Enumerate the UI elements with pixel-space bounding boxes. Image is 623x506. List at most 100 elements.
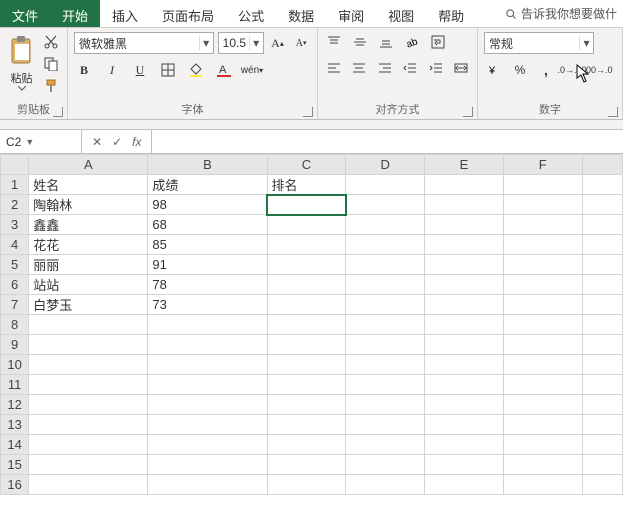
cell[interactable] <box>582 315 622 335</box>
row-header[interactable]: 1 <box>1 175 29 195</box>
cell[interactable] <box>29 455 148 475</box>
comma-button[interactable]: , <box>536 60 556 80</box>
cell[interactable] <box>267 435 346 455</box>
align-left-button[interactable] <box>324 58 344 78</box>
cell[interactable] <box>503 235 582 255</box>
border-button[interactable] <box>158 60 178 80</box>
cell[interactable] <box>29 475 148 495</box>
cell[interactable] <box>267 235 346 255</box>
cell[interactable] <box>148 435 267 455</box>
cell[interactable] <box>267 315 346 335</box>
cell[interactable] <box>503 475 582 495</box>
font-size-combo[interactable]: 10.5 ▾ <box>218 32 264 54</box>
row-header[interactable]: 7 <box>1 295 29 315</box>
row-header[interactable]: 11 <box>1 375 29 395</box>
merge-center-button[interactable] <box>452 58 472 78</box>
cell[interactable] <box>148 355 267 375</box>
cell[interactable] <box>267 395 346 415</box>
bold-button[interactable]: B <box>74 60 94 80</box>
cell[interactable] <box>425 415 504 435</box>
tab-view[interactable]: 视图 <box>376 0 426 27</box>
cell[interactable] <box>503 275 582 295</box>
underline-button[interactable]: U <box>130 60 150 80</box>
col-header-A[interactable]: A <box>29 155 148 175</box>
cell[interactable] <box>582 275 622 295</box>
cell[interactable] <box>425 215 504 235</box>
cell[interactable] <box>29 315 148 335</box>
select-all-corner[interactable] <box>1 155 29 175</box>
fx-button[interactable]: fx <box>132 135 141 149</box>
cell[interactable] <box>148 475 267 495</box>
col-header-G[interactable] <box>582 155 622 175</box>
chevron-down-icon[interactable]: ▾ <box>249 36 263 50</box>
decrease-decimal-button[interactable]: .00→.0 <box>588 60 608 80</box>
cell[interactable] <box>346 275 425 295</box>
cell[interactable] <box>148 335 267 355</box>
cell[interactable] <box>267 355 346 375</box>
align-middle-button[interactable] <box>350 32 370 52</box>
cell[interactable] <box>582 415 622 435</box>
cell[interactable] <box>29 415 148 435</box>
cell[interactable] <box>503 435 582 455</box>
cell[interactable] <box>346 175 425 195</box>
cell[interactable] <box>267 255 346 275</box>
cell[interactable] <box>346 335 425 355</box>
cell[interactable] <box>267 275 346 295</box>
cell[interactable] <box>425 395 504 415</box>
italic-button[interactable]: I <box>102 60 122 80</box>
font-name-combo[interactable]: 微软雅黑 ▾ <box>74 32 214 54</box>
cell[interactable] <box>503 315 582 335</box>
align-right-button[interactable] <box>375 58 395 78</box>
cell[interactable]: 丽丽 <box>29 255 148 275</box>
cell[interactable] <box>582 335 622 355</box>
tab-data[interactable]: 数据 <box>276 0 326 27</box>
cell[interactable] <box>425 315 504 335</box>
tab-page-layout[interactable]: 页面布局 <box>150 0 226 27</box>
cell[interactable] <box>267 455 346 475</box>
cell[interactable] <box>346 235 425 255</box>
col-header-F[interactable]: F <box>503 155 582 175</box>
cell[interactable] <box>425 175 504 195</box>
row-header[interactable]: 15 <box>1 455 29 475</box>
cell[interactable] <box>503 395 582 415</box>
row-header[interactable]: 14 <box>1 435 29 455</box>
cell[interactable] <box>148 375 267 395</box>
fill-color-button[interactable] <box>186 60 206 80</box>
cell[interactable] <box>582 355 622 375</box>
cell[interactable] <box>267 415 346 435</box>
tab-insert[interactable]: 插入 <box>100 0 150 27</box>
cell[interactable] <box>267 295 346 315</box>
increase-font-button[interactable]: A▴ <box>268 33 288 53</box>
cell[interactable] <box>503 195 582 215</box>
increase-decimal-button[interactable]: .0→.00 <box>562 60 582 80</box>
row-header[interactable]: 4 <box>1 235 29 255</box>
cell[interactable] <box>346 475 425 495</box>
cell[interactable]: 73 <box>148 295 267 315</box>
cell[interactable] <box>346 375 425 395</box>
cell[interactable] <box>346 415 425 435</box>
copy-button[interactable] <box>41 54 61 74</box>
cell[interactable]: 85 <box>148 235 267 255</box>
row-header[interactable]: 16 <box>1 475 29 495</box>
cell[interactable] <box>346 255 425 275</box>
align-bottom-button[interactable] <box>376 32 396 52</box>
cell[interactable] <box>425 235 504 255</box>
font-color-button[interactable]: A <box>214 60 234 80</box>
cell[interactable] <box>503 255 582 275</box>
cell[interactable] <box>582 255 622 275</box>
cell[interactable] <box>503 375 582 395</box>
row-header[interactable]: 8 <box>1 315 29 335</box>
cell[interactable] <box>346 395 425 415</box>
number-launcher[interactable] <box>608 107 618 117</box>
col-header-D[interactable]: D <box>346 155 425 175</box>
cell[interactable] <box>503 295 582 315</box>
name-box[interactable]: C2 ▼ <box>0 130 82 153</box>
increase-indent-button[interactable] <box>426 58 446 78</box>
cell[interactable] <box>582 175 622 195</box>
cell[interactable] <box>425 275 504 295</box>
enter-formula-button[interactable]: ✓ <box>112 135 122 149</box>
cell[interactable] <box>582 435 622 455</box>
cell[interactable] <box>425 195 504 215</box>
tab-file[interactable]: 文件 <box>0 0 50 27</box>
cell[interactable]: 站站 <box>29 275 148 295</box>
